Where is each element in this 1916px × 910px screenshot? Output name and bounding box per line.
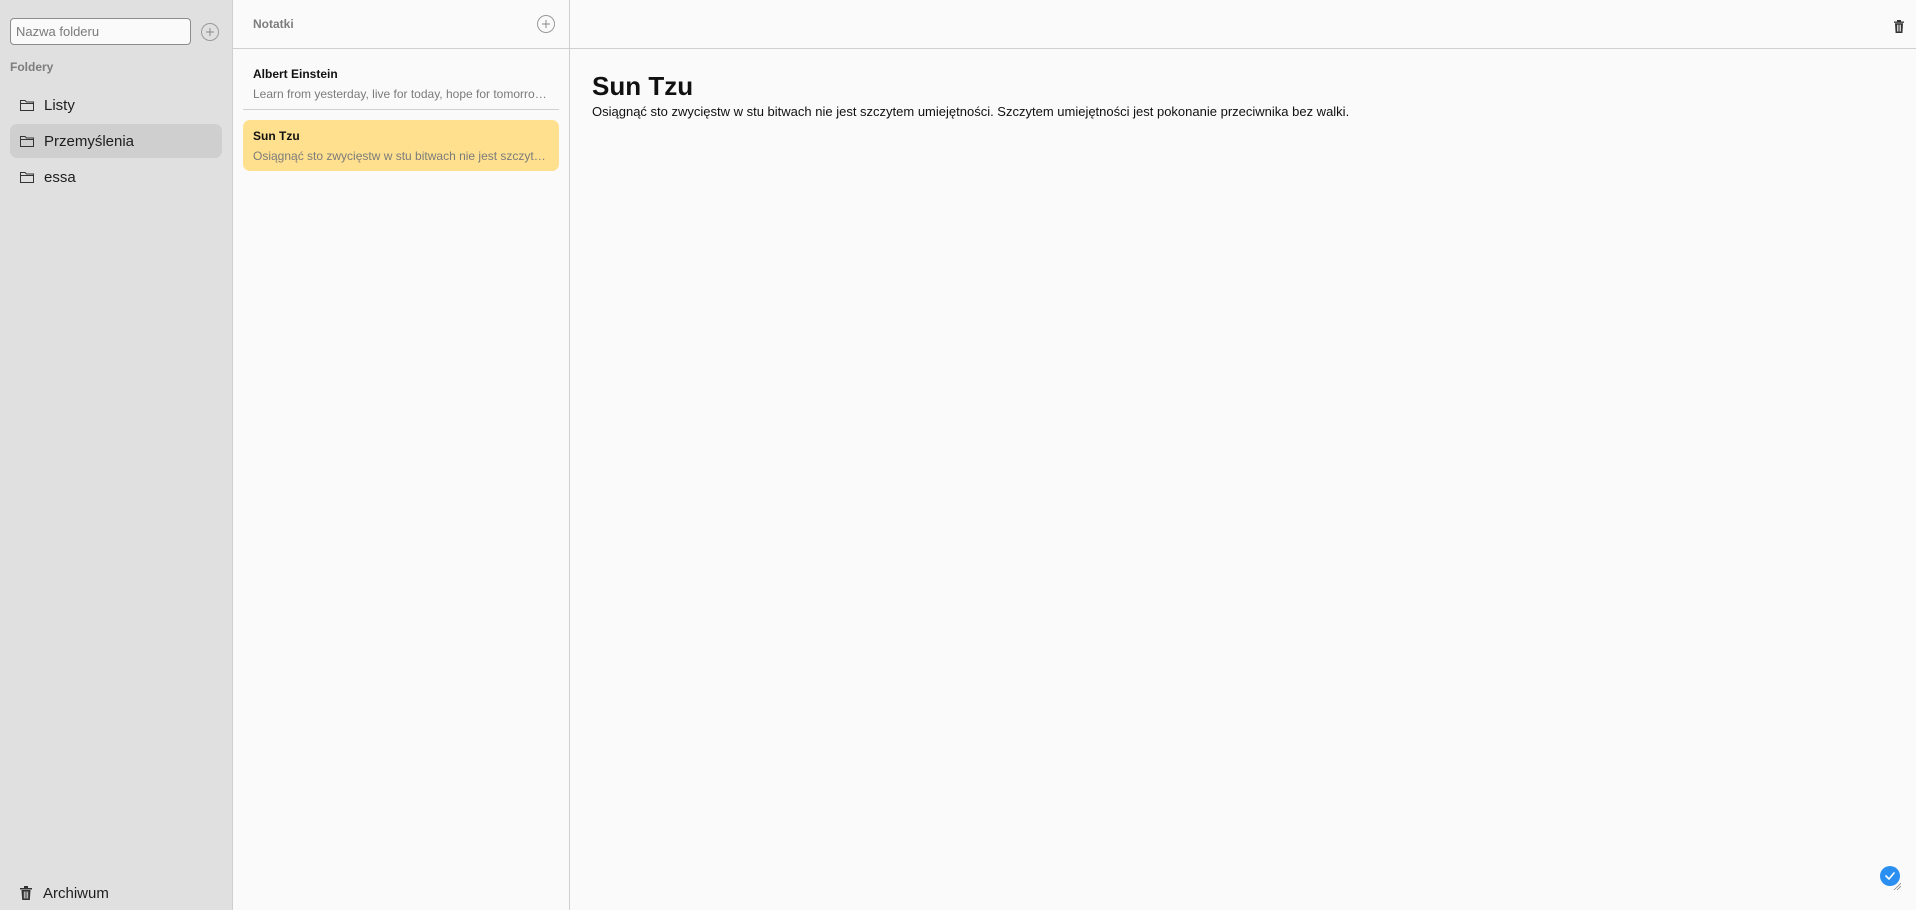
note-list: Albert Einstein Learn from yesterday, li…: [233, 49, 569, 171]
folder-item-label: essa: [44, 168, 76, 186]
note-item-albert-einstein[interactable]: Albert Einstein Learn from yesterday, li…: [243, 59, 559, 109]
note-preview: Learn from yesterday, live for today, ho…: [253, 87, 549, 101]
notes-header: Notatki: [233, 0, 569, 49]
note-title: Albert Einstein: [253, 67, 338, 81]
archive-label: Archiwum: [43, 884, 109, 902]
folder-name-input[interactable]: [10, 18, 191, 45]
editor-header: [570, 0, 1916, 49]
folder-item-przemyslenia[interactable]: Przemyślenia: [10, 124, 222, 158]
note-item-sun-tzu[interactable]: Sun Tzu Osiągnąć sto zwycięstw w stu bit…: [243, 120, 559, 171]
archive-button[interactable]: Archiwum: [10, 876, 119, 910]
note-title: Sun Tzu: [253, 129, 300, 143]
trash-icon: [20, 886, 32, 900]
folder-input-row: [0, 0, 232, 46]
folder-item-label: Przemyślenia: [44, 132, 135, 150]
note-divider: [243, 109, 559, 110]
notes-panel: Notatki Albert Einstein Learn from yeste…: [233, 0, 570, 910]
check-icon: [1885, 872, 1895, 880]
folders-section-label: Foldery: [10, 60, 54, 74]
folder-item-listy[interactable]: Listy: [10, 88, 222, 122]
folder-list: Listy Przemyślenia essa: [0, 78, 232, 194]
folder-icon: [20, 99, 34, 111]
note-editor: Sun Tzu Osiągnąć sto zwycięstw w stu bit…: [570, 0, 1916, 910]
folder-item-label: Listy: [44, 96, 75, 114]
resize-grip-icon[interactable]: [1893, 882, 1901, 890]
editor-body[interactable]: Sun Tzu Osiągnąć sto zwycięstw w stu bit…: [570, 49, 1916, 119]
folder-icon: [20, 135, 34, 147]
delete-note-icon[interactable]: [1894, 20, 1904, 33]
plus-icon: [206, 27, 214, 36]
note-preview: Osiągnąć sto zwycięstw w stu bitwach nie…: [253, 149, 549, 163]
note-title-heading[interactable]: Sun Tzu: [592, 71, 1894, 102]
add-note-button[interactable]: [537, 15, 555, 33]
add-folder-button[interactable]: [201, 22, 219, 41]
note-content[interactable]: Osiągnąć sto zwycięstw w stu bitwach nie…: [592, 104, 1894, 119]
folder-icon: [20, 171, 34, 183]
notes-title: Notatki: [253, 17, 294, 31]
sidebar: Foldery Listy Przemyśleni: [0, 0, 233, 910]
notes-app: Foldery Listy Przemyśleni: [0, 0, 1916, 910]
plus-icon: [542, 20, 550, 28]
folder-item-essa[interactable]: essa: [10, 160, 222, 194]
